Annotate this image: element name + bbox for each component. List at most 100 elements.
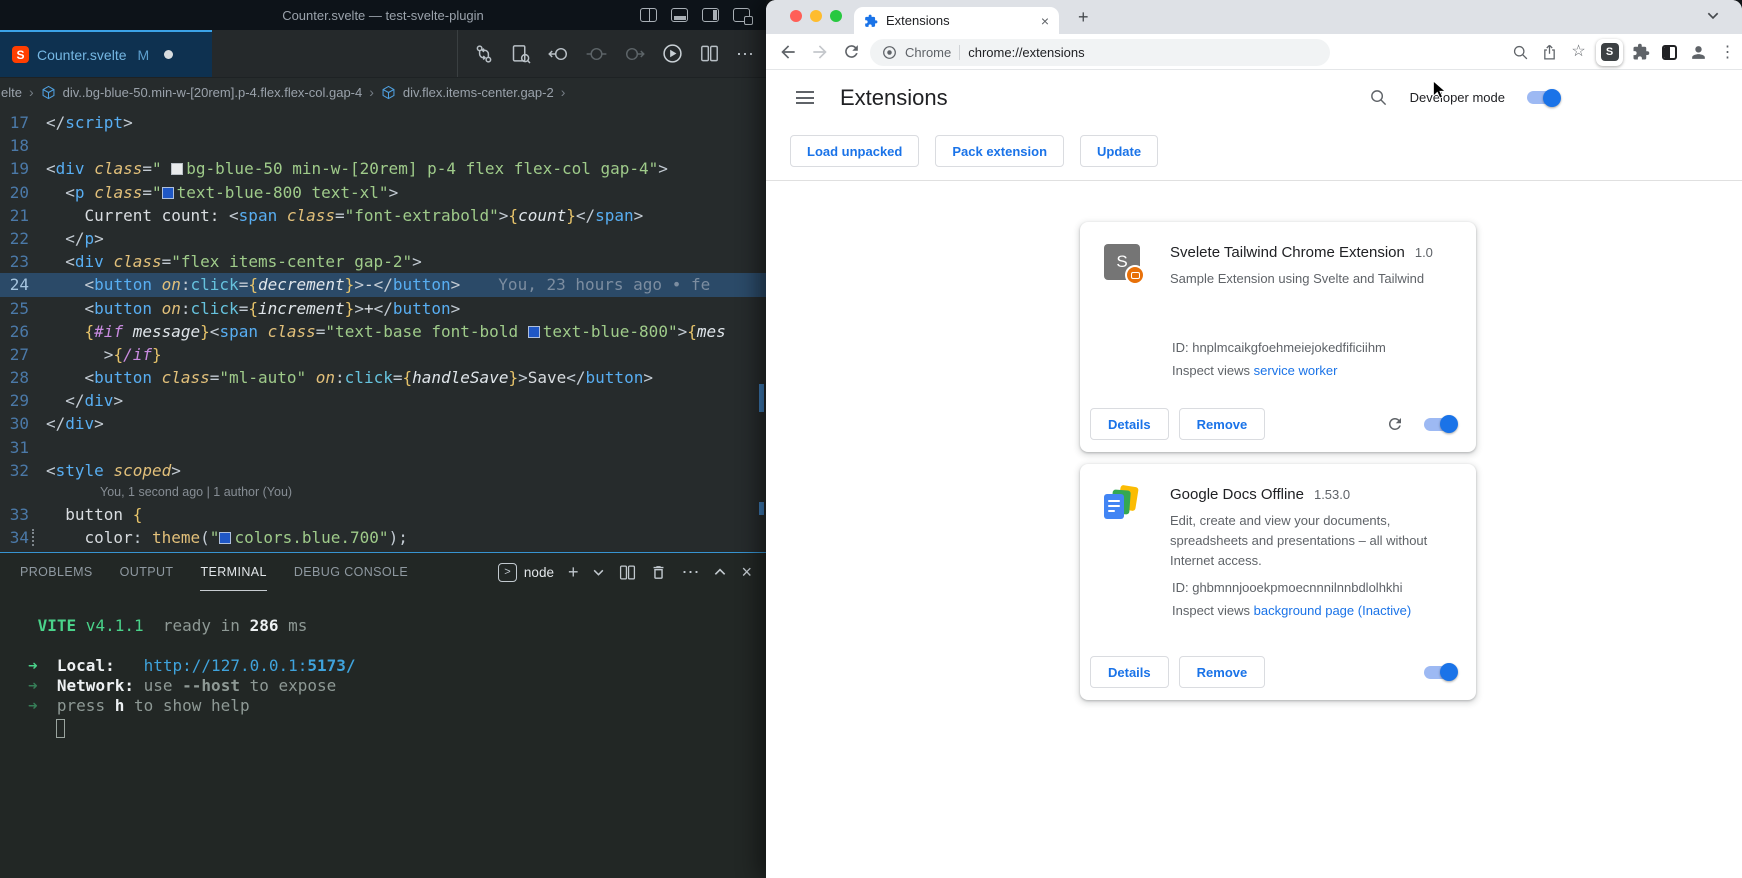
code-line-19[interactable]: 19<div class=" bg-blue-50 min-w-[20rem] …: [0, 157, 766, 180]
unsaved-dot-icon[interactable]: [164, 50, 173, 59]
extensions-puzzle-icon[interactable]: [1632, 43, 1650, 61]
line-number: 21: [0, 204, 46, 227]
terminal-line: ➜ Network: use --host to expose: [28, 676, 766, 696]
update-button[interactable]: Update: [1080, 135, 1158, 167]
toggle-panel-icon[interactable]: [671, 8, 688, 22]
vscode-titlebar[interactable]: Counter.svelte — test-svelte-plugin: [0, 0, 766, 30]
extension-name: Svelete Tailwind Chrome Extension: [1170, 244, 1405, 261]
active-extension-button[interactable]: S: [1596, 39, 1623, 66]
load-unpacked-button[interactable]: Load unpacked: [790, 135, 919, 167]
code-line-17[interactable]: 17</script>: [0, 111, 766, 134]
zoom-icon[interactable]: [1512, 44, 1529, 61]
breadcrumb-item[interactable]: div.flex.items-center.gap-2: [403, 85, 554, 100]
bookmark-star-icon[interactable]: ☆: [1571, 44, 1585, 60]
developer-mode-toggle[interactable]: [1527, 91, 1559, 104]
code-line-25[interactable]: 25 <button on:click={increment}>+</butto…: [0, 297, 766, 320]
line-number: 34: [0, 526, 46, 549]
screenshot: Counter.svelte — test-svelte-plugin S Co…: [0, 0, 1742, 878]
search-icon[interactable]: [1369, 88, 1388, 107]
code-line-21[interactable]: 21 Current count: <span class="font-extr…: [0, 204, 766, 227]
customize-layout-icon[interactable]: [733, 8, 750, 22]
remove-button[interactable]: Remove: [1179, 656, 1266, 688]
code-line-28[interactable]: 28 <button class="ml-auto" on:click={han…: [0, 366, 766, 389]
maximize-panel-icon[interactable]: [713, 565, 727, 579]
background-page-link[interactable]: background page (Inactive): [1254, 603, 1412, 618]
tab-search-chevron-icon[interactable]: [1706, 8, 1720, 22]
nav-back-icon[interactable]: [548, 44, 569, 64]
line-number: 28: [0, 366, 46, 389]
new-tab-icon[interactable]: +: [1078, 8, 1089, 26]
panel-tab-terminal[interactable]: TERMINAL: [200, 553, 266, 591]
panel-tab-output[interactable]: OUTPUT: [120, 553, 174, 591]
color-swatch: [171, 163, 183, 175]
code-line-23[interactable]: 23 <div class="flex items-center gap-2">: [0, 250, 766, 273]
toggle-knob: [1543, 89, 1561, 107]
kill-terminal-trash-icon[interactable]: [650, 564, 667, 581]
reload-icon[interactable]: [842, 42, 861, 61]
code-line-33[interactable]: 33 button {: [0, 503, 766, 526]
tab-extensions[interactable]: Extensions ×: [854, 7, 1059, 34]
breadcrumb-file[interactable]: elte: [1, 85, 22, 100]
close-window-icon[interactable]: [790, 10, 802, 22]
breadcrumb-item[interactable]: div..bg-blue-50.min-w-[20rem].p-4.flex.f…: [63, 85, 363, 100]
split-editor-icon[interactable]: [700, 44, 719, 63]
share-icon[interactable]: [1541, 44, 1558, 61]
chrome-menu-icon[interactable]: ⋮: [1720, 42, 1736, 62]
panel-tab-debug-console[interactable]: DEBUG CONSOLE: [294, 553, 408, 591]
pack-extension-button[interactable]: Pack extension: [935, 135, 1064, 167]
tab-counter-svelte[interactable]: S Counter.svelte M: [0, 30, 212, 77]
panel-tab-problems[interactable]: PROBLEMS: [20, 553, 93, 591]
extension-enabled-toggle[interactable]: [1424, 418, 1456, 431]
details-button[interactable]: Details: [1090, 408, 1169, 440]
line-number: 33: [0, 503, 46, 526]
run-preview-icon[interactable]: [662, 43, 683, 64]
reload-extension-icon[interactable]: [1386, 415, 1404, 433]
panel-tab-bar: PROBLEMS OUTPUT TERMINAL DEBUG CONSOLE >…: [0, 553, 766, 591]
code-line-22[interactable]: 22 </p>: [0, 227, 766, 250]
code-line-26[interactable]: 26 {#if message}<span class="text-base f…: [0, 320, 766, 343]
code-editor[interactable]: 17</script>1819<div class=" bg-blue-50 m…: [0, 106, 766, 551]
details-button[interactable]: Details: [1090, 656, 1169, 688]
new-terminal-icon[interactable]: +: [568, 563, 579, 581]
service-worker-link[interactable]: service worker: [1254, 363, 1338, 378]
toggle-secondary-sidebar-icon[interactable]: [702, 8, 719, 22]
code-line-31[interactable]: 31: [0, 436, 766, 459]
panel-more-icon[interactable]: ⋯: [681, 563, 699, 581]
hamburger-menu-icon[interactable]: [796, 91, 814, 104]
inspect-views-label: Inspect views: [1172, 603, 1250, 618]
overview-ruler-mark: [759, 384, 764, 412]
code-line-18[interactable]: 18: [0, 134, 766, 157]
address-bar[interactable]: Chrome chrome://extensions: [870, 39, 1330, 66]
code-line-30[interactable]: 30</div>: [0, 412, 766, 435]
minimize-window-icon[interactable]: [810, 10, 822, 22]
code-line-27[interactable]: 27 >{/if}: [0, 343, 766, 366]
code-line-34[interactable]: 34 color: theme("colors.blue.700");: [0, 526, 766, 549]
open-preview-icon[interactable]: [511, 44, 531, 64]
terminal-dropdown-icon[interactable]: [592, 566, 605, 579]
close-tab-icon[interactable]: ×: [1041, 14, 1049, 28]
code-line-32[interactable]: 32<style scoped>: [0, 459, 766, 482]
toggle-knob: [1440, 415, 1458, 433]
site-info-icon[interactable]: [882, 45, 897, 60]
git-blame-inline: You, 23 hours ago • fe: [498, 273, 710, 296]
profile-avatar-icon[interactable]: [1689, 43, 1708, 62]
site-label: Chrome: [905, 45, 951, 60]
code-line-20[interactable]: 20 <p class="text-blue-800 text-xl">: [0, 181, 766, 204]
toggle-knob: [1440, 663, 1458, 681]
back-icon[interactable]: [778, 42, 798, 62]
terminal-output[interactable]: VITE v4.1.1 ready in 286 ms ➜ Local: htt…: [0, 591, 766, 738]
code-line-24[interactable]: 24 <button on:click={decrement}>-</butto…: [0, 273, 766, 296]
remove-button[interactable]: Remove: [1179, 408, 1266, 440]
zoom-window-icon[interactable]: [830, 10, 842, 22]
split-terminal-icon[interactable]: [619, 564, 636, 581]
side-panel-icon[interactable]: [1662, 45, 1677, 60]
more-actions-icon[interactable]: ⋯: [736, 45, 754, 63]
code-line-29[interactable]: 29 </div>: [0, 389, 766, 412]
terminal-process[interactable]: > node: [498, 563, 554, 582]
extension-enabled-toggle[interactable]: [1424, 666, 1456, 679]
toggle-sidebar-icon[interactable]: [640, 8, 657, 22]
git-compare-icon[interactable]: [474, 44, 494, 64]
terminal-process-label: node: [524, 565, 554, 580]
close-panel-icon[interactable]: ×: [741, 563, 752, 581]
url-text[interactable]: chrome://extensions: [968, 45, 1084, 60]
